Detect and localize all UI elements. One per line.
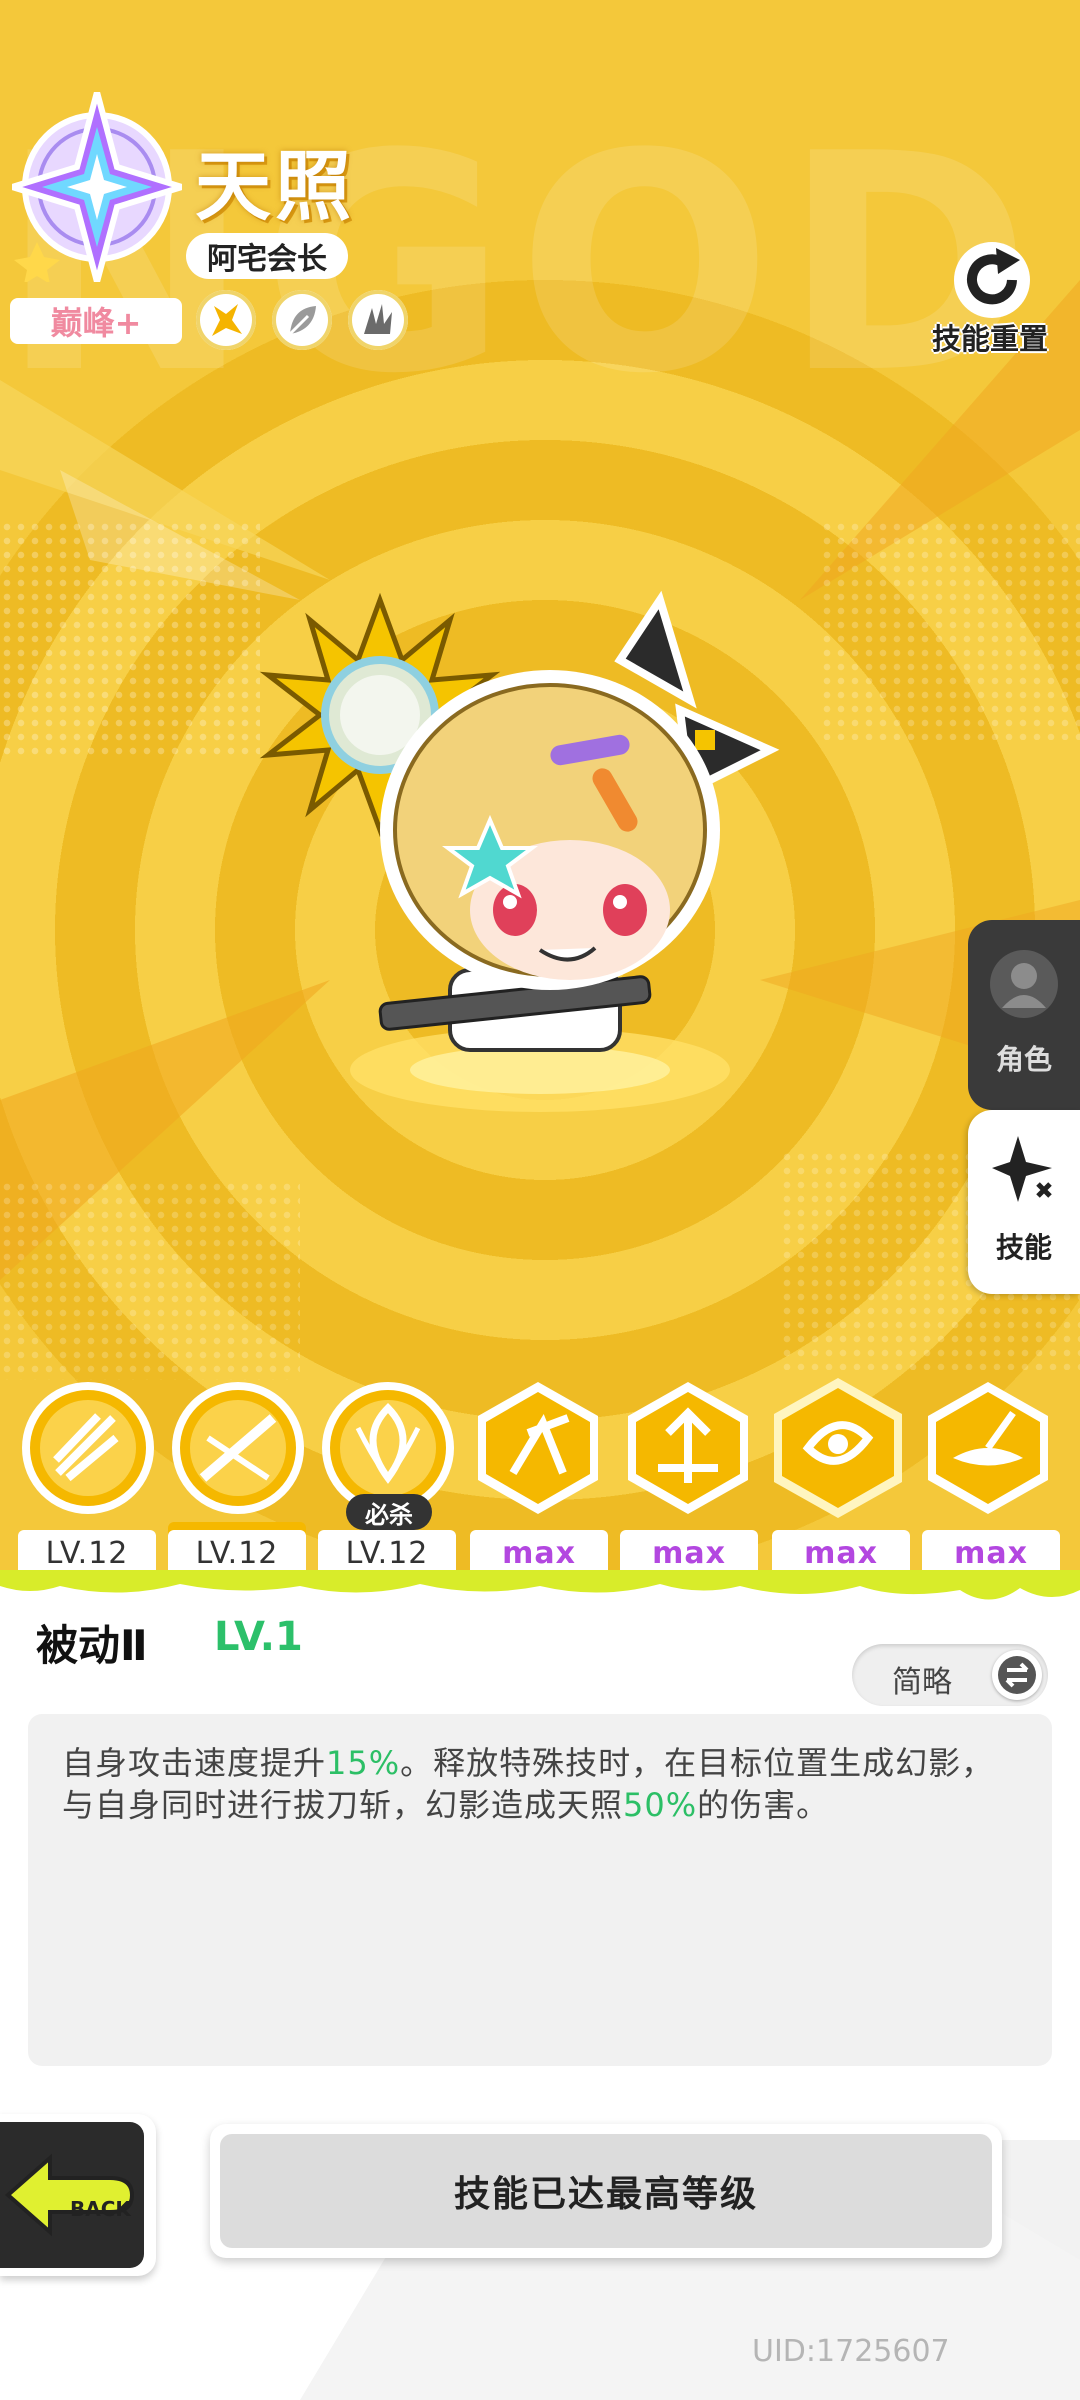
svg-text:BACK: BACK [70,2197,132,2221]
description-line-2: 与自身同时进行拔刀斩，幻影造成天照50%的伤害。 [62,1786,830,1824]
character-title: 阿宅会长 [186,233,348,279]
summary-toggle-button[interactable]: 简略 [852,1644,1048,1706]
character-sprite [259,590,780,1112]
ultimate-tag: 必杀 [346,1494,432,1530]
person-icon [990,950,1058,1018]
rank-badge: 巅峰+ [10,298,182,344]
description-line-1: 自身攻击速度提升15%。释放特殊技时，在目标位置生成幻影， [62,1744,995,1782]
summary-toggle-label: 简略 [892,1665,952,1700]
tab-skill[interactable]: 技能 [968,1110,1080,1294]
skill-description: 自身攻击速度提升15%。释放特殊技时，在目标位置生成幻影， 与自身同时进行拔刀斩… [28,1714,1052,2066]
character-name: 天照 [195,142,355,231]
skill-reset-label: 技能重置 [931,322,1048,356]
halftone-left [0,520,260,760]
back-button[interactable]: BACK [0,2114,156,2276]
tab-role[interactable]: 角色 [968,920,1080,1110]
skill-icon-7[interactable] [918,1378,1058,1518]
element-claw-icon[interactable] [348,290,408,350]
skill-icon-6-selected[interactable] [768,1378,908,1518]
skill-icon-1[interactable] [18,1378,158,1518]
halftone-right [820,520,1080,740]
sparkle-icon [992,1136,1052,1202]
skill-reset-button[interactable]: 技能重置 [920,238,1060,358]
character-stage: NGOD 天照 阿宅会长 巅峰+ 技能重置 必杀 [0,0,1080,1580]
halftone-bottom-left [0,1180,300,1380]
star-badge-icon [12,92,182,282]
element-leaf-icon[interactable] [272,290,332,350]
skill-level: LV.1 [214,1614,303,1660]
skill-icon-5[interactable] [618,1378,758,1518]
tab-skill-label: 技能 [995,1231,1052,1264]
tab-role-label: 角色 [995,1043,1052,1076]
skill-name: 被动Ⅱ [36,1621,148,1670]
user-id: UID:1725607 [752,2334,950,2369]
max-level-label: 技能已达最高等级 [220,2134,992,2248]
reset-icon [954,242,1030,318]
slime-divider [0,1570,1080,1600]
back-arrow-icon: BACK [4,2153,135,2237]
skill-icon-4[interactable] [468,1378,608,1518]
swap-icon [992,1650,1042,1700]
skill-icon-2[interactable] [168,1378,308,1518]
element-lightning-icon[interactable] [196,290,256,350]
max-level-button[interactable]: 技能已达最高等级 [210,2124,1002,2258]
